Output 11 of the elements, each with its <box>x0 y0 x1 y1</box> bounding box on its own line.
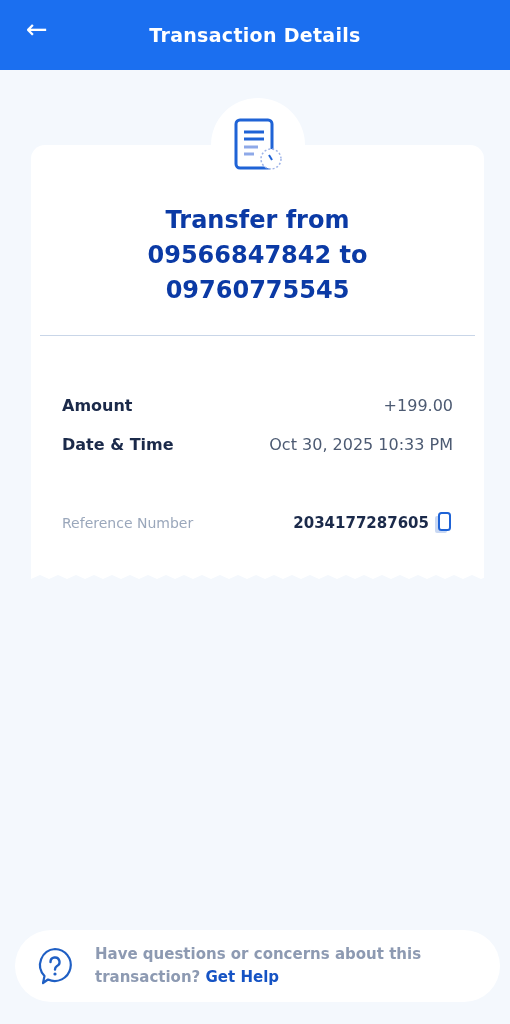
page-title: Transaction Details <box>149 24 361 46</box>
detail-label: Date & Time <box>62 435 174 454</box>
detail-label: Reference Number <box>62 515 194 531</box>
detail-value: 2034177287605 <box>293 514 429 532</box>
detail-label: Amount <box>62 396 133 415</box>
detail-value: +199.00 <box>383 396 453 415</box>
get-help-link[interactable]: Get Help <box>205 968 279 986</box>
help-text: Have questions or concerns about this transaction? Get Help <box>95 944 423 988</box>
detail-value: Oct 30, 2025 10:33 PM <box>269 435 453 454</box>
transfer-title: Transfer from 09566847842 to 09760775545 <box>146 205 369 306</box>
back-button[interactable]: ← <box>22 16 52 42</box>
